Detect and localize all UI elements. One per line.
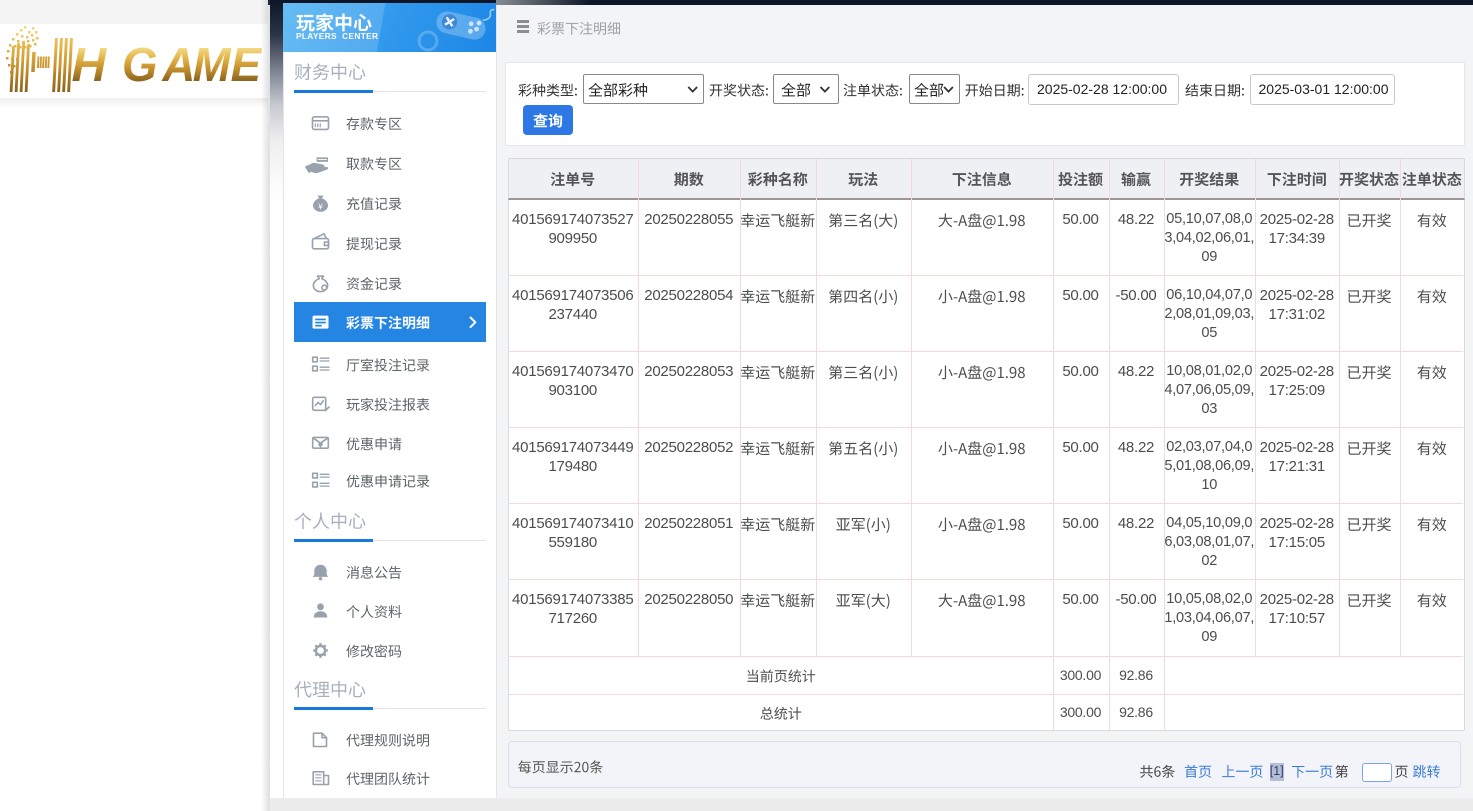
svg-text:¥: ¥ xyxy=(317,203,323,212)
